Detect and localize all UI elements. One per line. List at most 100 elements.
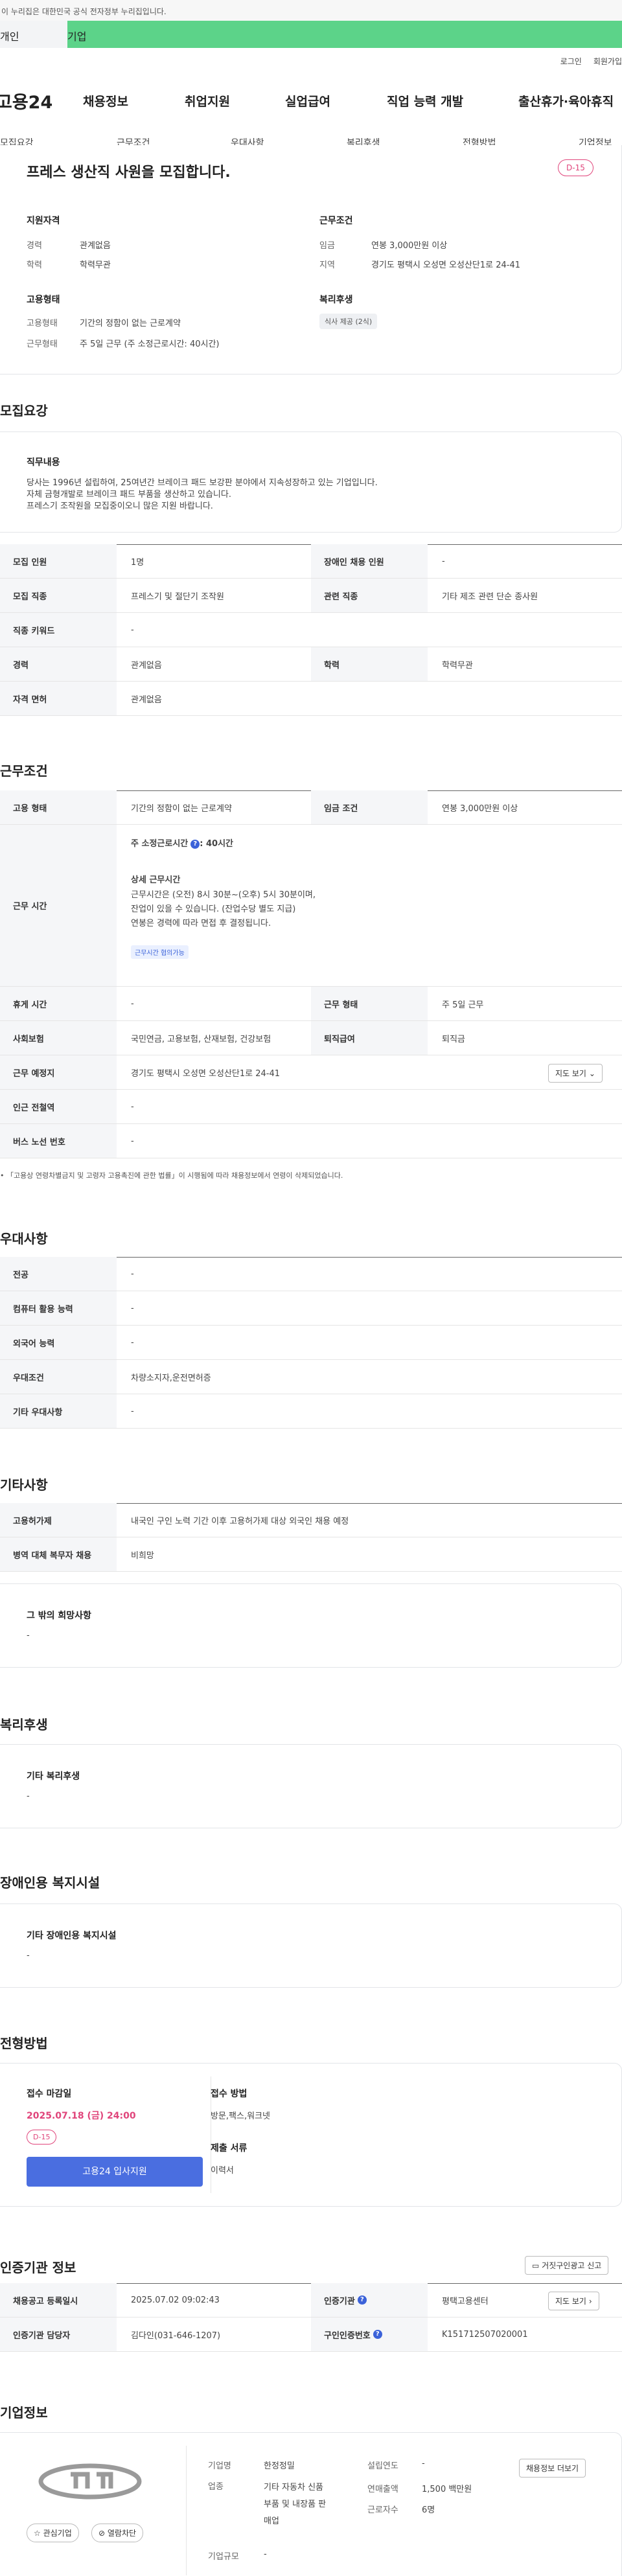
method-head: 접수 방법 bbox=[211, 2087, 247, 2100]
welfare-etc-value: - bbox=[27, 1791, 30, 1801]
cell-value: - bbox=[131, 1303, 134, 1313]
year-value: - bbox=[422, 2459, 425, 2468]
week-hours: 주 소정근로시간?: 40시간 bbox=[131, 836, 233, 849]
signup-link[interactable]: 회원가입 bbox=[593, 56, 622, 67]
company-logo bbox=[38, 2463, 142, 2500]
map-button[interactable]: 지도 보기 ⌄ bbox=[548, 1064, 603, 1083]
disab-card: 기타 장애인용 복지시설 - bbox=[0, 1903, 622, 1988]
table-row: 근무 예정지 경기도 평택시 오성면 오성산단1로 24-41 지도 보기 ⌄ bbox=[0, 1055, 622, 1090]
cell-label: 고용 형태 bbox=[0, 790, 117, 824]
cell-label: 직종 키워드 bbox=[0, 613, 117, 647]
map-button-label: 지도 보기 bbox=[555, 1069, 586, 1078]
table-row: 채용공고 등록일시 2025.07.02 09:02:43 인증기관? 평택고용센터… bbox=[0, 2283, 622, 2317]
etc-heading: 기타사항 bbox=[0, 1477, 48, 1493]
cell-value: 기타 제조 관련 단순 종사원 bbox=[442, 592, 538, 602]
employees-value: 6명 bbox=[422, 2505, 435, 2515]
cell-value: - bbox=[131, 998, 134, 1009]
duty-card: 직무내용 당사는 1996년 설립하여, 25여년간 브레이크 패드 보강판 분… bbox=[0, 431, 622, 533]
fav-label: 관심기업 bbox=[43, 2529, 72, 2538]
hope-card: 그 밖의 희망사항 - bbox=[0, 1583, 622, 1668]
disab-head: 기타 장애인용 복지시설 bbox=[27, 1931, 117, 1941]
cell-label: 인증기관 담당자 bbox=[0, 2317, 117, 2351]
table-row: 인근 전철역 - bbox=[0, 1090, 622, 1124]
cell-label: 외국어 능력 bbox=[0, 1326, 117, 1359]
detail-line: 근무시간은 (오전) 8시 30분~(오후) 5시 30분이며, bbox=[131, 890, 316, 900]
name-label: 기업명 bbox=[208, 2461, 231, 2471]
agency-heading: 인증기관 정보 bbox=[0, 2260, 76, 2275]
apply-button[interactable]: 고용24 입사지원 bbox=[27, 2157, 203, 2187]
block-button[interactable]: ⊘ 열람차단 bbox=[91, 2524, 144, 2542]
gnb-parental-leave[interactable]: 출산휴가·육아휴직 bbox=[518, 92, 614, 109]
tab-company-label: 기업 bbox=[67, 30, 87, 43]
cell-value: - bbox=[131, 1406, 134, 1416]
login-link[interactable]: 로그인 bbox=[560, 56, 582, 67]
gov-banner: 이 누리집은 대한민국 공식 전자정부 누리집입니다. bbox=[0, 0, 622, 21]
cell-label: 장애인 채용 인원 bbox=[311, 544, 428, 578]
cell-label-text: 인증기관 bbox=[324, 2296, 355, 2306]
disab-heading: 장애인용 복지시설 bbox=[0, 1875, 100, 1891]
dday-badge: D-15 bbox=[558, 159, 593, 176]
tab-personal[interactable]: 개인 bbox=[0, 21, 67, 48]
cell-value: 퇴직금 bbox=[442, 1034, 465, 1044]
cell-label: 컴퓨터 활용 능력 bbox=[0, 1291, 117, 1325]
report-button-label: 거짓구인광고 신고 bbox=[542, 2261, 602, 2270]
method-value: 방문,팩스,워크넷 bbox=[211, 2111, 270, 2121]
cell-label-text: 구인인증번호 bbox=[324, 2330, 371, 2341]
fav-company-button[interactable]: ☆ 관심기업 bbox=[27, 2524, 79, 2542]
gnb-jobs[interactable]: 채용정보 bbox=[83, 92, 128, 109]
cell-value: 1명 bbox=[131, 557, 144, 568]
career-label: 경력 bbox=[27, 241, 42, 251]
help-icon[interactable]: ? bbox=[357, 2295, 367, 2305]
cell-label: 관련 직종 bbox=[311, 579, 428, 612]
selection-card: 접수 마감일 2025.07.18 (금) 24:00 D-15 고용24 입사… bbox=[0, 2063, 622, 2207]
site-logo[interactable]: 고용24 bbox=[0, 88, 71, 113]
table-row: 전공 - bbox=[0, 1257, 622, 1291]
help-icon[interactable]: ? bbox=[190, 839, 200, 849]
table-row: 우대조건 차량소지자,운전면허증 bbox=[0, 1360, 622, 1394]
cell-label: 근무 예정지 bbox=[0, 1055, 117, 1089]
welfare-card: 기타 복리후생 - bbox=[0, 1744, 622, 1828]
cell-label: 채용공고 등록일시 bbox=[0, 2283, 117, 2317]
year-label: 설립연도 bbox=[367, 2461, 398, 2471]
cell-label: 자격 면허 bbox=[0, 682, 117, 715]
cell-label: 인근 전철역 bbox=[0, 1090, 117, 1123]
cell-label: 사회보험 bbox=[0, 1021, 117, 1055]
agency-map-button[interactable]: 지도 보기 › bbox=[548, 2292, 599, 2310]
cell-value: 관계없음 bbox=[131, 660, 162, 671]
gnb-training[interactable]: 직업 능력 개발 bbox=[387, 92, 463, 109]
tab-company[interactable]: 기업 bbox=[67, 21, 622, 48]
area-label: 지역 bbox=[319, 260, 335, 270]
table-row: 사회보험 국민연금, 고용보험, 산재보험, 건강보험 퇴직급여 퇴직금 bbox=[0, 1021, 622, 1055]
help-icon[interactable]: ? bbox=[373, 2330, 382, 2339]
cell-label: 퇴직급여 bbox=[311, 1021, 428, 1055]
table-row: 모집 인원 1명 장애인 채용 인원 - bbox=[0, 544, 622, 579]
wage-label: 임금 bbox=[319, 241, 335, 251]
cell-label: 경력 bbox=[0, 647, 117, 681]
cell-label: 전공 bbox=[0, 1257, 117, 1291]
gnb-employment-support[interactable]: 취업지원 bbox=[185, 92, 230, 109]
detail-line: 잔업이 있을 수 있습니다. (잔업수당 별도 지급) bbox=[131, 904, 296, 914]
table-row: 휴게 시간 - 근무 형태 주 5일 근무 bbox=[0, 987, 622, 1021]
bullet-icon: • bbox=[0, 1171, 6, 1180]
company-card: ☆ 관심기업 ⊘ 열람차단 기업명 한정정밀 설립연도 - 업종 기타 자동차 … bbox=[0, 2432, 622, 2576]
more-jobs-button[interactable]: 채용정보 더보기 bbox=[519, 2459, 586, 2478]
table-row: 자격 면허 관계없음 bbox=[0, 682, 622, 716]
recruit-heading: 모집요강 bbox=[0, 403, 48, 419]
industry-value: 기타 자동차 신품 부품 및 내장품 판 매업 bbox=[264, 2479, 326, 2530]
cond-head: 근무조건 bbox=[319, 216, 353, 226]
docs-head: 제출 서류 bbox=[211, 2143, 248, 2154]
work-heading: 근무조건 bbox=[0, 763, 48, 779]
table-row: 모집 직종 프레스기 및 절단기 조작원 관련 직종 기타 제조 관련 단순 종사원 bbox=[0, 579, 622, 613]
chevron-down-icon: ⌄ bbox=[588, 1069, 595, 1078]
detail-head: 상세 근무시간 bbox=[131, 875, 181, 885]
cell-value: 2025.07.02 09:02:43 bbox=[131, 2295, 220, 2305]
cell-value: 차량소지자,운전면허증 bbox=[131, 1373, 211, 1383]
cell-label: 인증기관? bbox=[311, 2283, 428, 2317]
selection-heading: 전형방법 bbox=[0, 2036, 48, 2051]
industry-line: 기타 자동차 신품 bbox=[264, 2483, 323, 2492]
duty-line: 프레스기 조작원을 모집중이오니 많은 지원 바랍니다. bbox=[27, 501, 213, 511]
report-button[interactable]: ▭ 거짓구인광고 신고 bbox=[525, 2256, 609, 2275]
size-label: 기업규모 bbox=[208, 2552, 239, 2562]
report-icon: ▭ bbox=[532, 2261, 540, 2270]
gnb-unemployment[interactable]: 실업급여 bbox=[285, 92, 330, 109]
